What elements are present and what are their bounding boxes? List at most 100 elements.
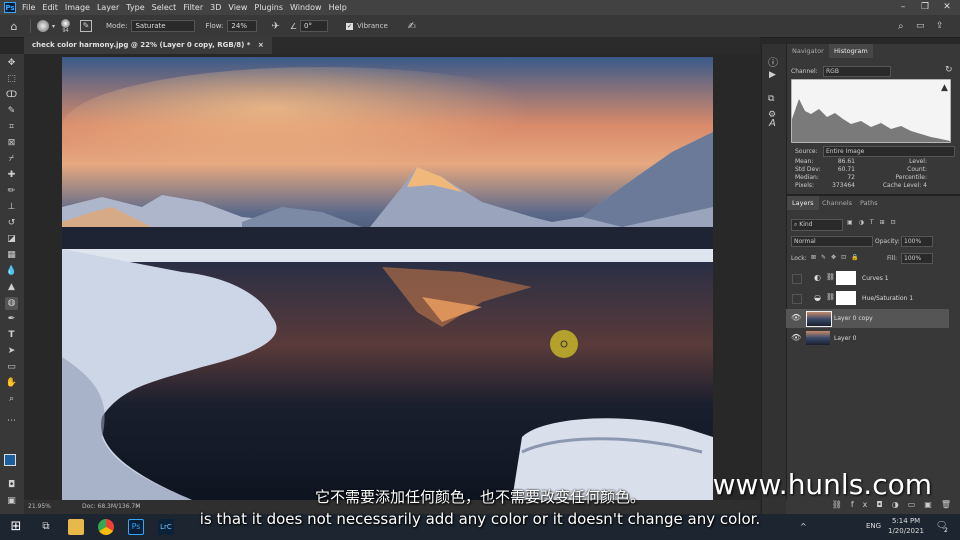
notification-count: 2 [944,527,948,534]
menu-layer[interactable]: Layer [97,3,119,12]
tab-close-icon[interactable]: × [258,41,264,49]
menu-edit[interactable]: Edit [42,3,58,12]
visibility-toggle[interactable] [792,274,802,284]
collapsed-panels-strip: ⓘ ▶ ⧉ ⚙ A [761,44,786,514]
menu-window[interactable]: Window [290,3,322,12]
tab-paths[interactable]: Paths [855,196,883,210]
flow-field[interactable]: 24% [227,20,258,32]
document-tab[interactable]: check color harmony.jpg @ 22% (Layer 0 c… [24,37,272,54]
link-icon: ⛓ [826,273,835,281]
menu-plugins[interactable]: Plugins [254,3,283,12]
layer-row[interactable]: 👁 Layer 0 [786,329,949,348]
fill-field[interactable]: 100% [901,253,933,264]
gradient-tool-icon[interactable]: ▦ [5,249,18,262]
eye-icon[interactable]: 👁 [791,313,801,322]
layer-mask-thumbnail [836,291,856,305]
refresh-icon[interactable]: ↻ [945,65,953,75]
filter-kind-select[interactable]: ⌕ Kind [791,219,843,231]
airbrush-icon[interactable]: ✈ [271,21,279,32]
layer-name: Layer 0 copy [834,315,873,322]
pressure-icon[interactable]: ✍ [408,21,416,32]
layer-filter-icons[interactable]: ▣◑T⊞⊡ [847,219,902,226]
eraser-tool-icon[interactable]: ◪ [5,233,18,246]
angle-field[interactable]: 0° [299,20,328,32]
workspace-icon[interactable]: ▭ [916,21,925,31]
minimize-icon[interactable]: – [892,0,914,15]
menu-filter[interactable]: Filter [183,3,203,12]
document-image[interactable] [62,57,713,500]
source-select[interactable]: Entire Image [823,146,955,157]
layer-row[interactable]: ◐ ⛓ Curves 1 [786,269,949,288]
brush-settings-icon[interactable]: ✎ [80,20,93,32]
stat-value: 72 [847,174,855,181]
zoom-tool-icon[interactable]: ⌕ [5,393,18,406]
share-icon[interactable]: ⇪ [936,21,944,31]
layer-row[interactable]: ◒ ⛓ Hue/Saturation 1 [786,289,949,308]
opacity-field[interactable]: 100% [901,236,933,247]
tab-channels[interactable]: Channels [817,196,857,210]
marquee-tool-icon[interactable]: ⬚ [5,73,18,86]
menu-3d[interactable]: 3D [210,3,221,12]
tab-layers[interactable]: Layers [787,196,819,210]
layer-row-selected[interactable]: 👁 Layer 0 copy [786,309,949,328]
search-icon[interactable]: ⌕ [898,21,904,32]
vibrance-checkbox[interactable]: ✓ [345,22,353,30]
foreground-color-swatch[interactable] [4,454,16,466]
mode-select[interactable]: Saturate [131,20,196,32]
stat-label: Median: [795,174,819,181]
more-tools-icon[interactable]: ⋯ [5,415,18,428]
blur-tool-icon[interactable]: 💧 [5,265,18,278]
channel-select[interactable]: RGB [823,66,891,77]
menu-type[interactable]: Type [126,3,144,12]
info-icon[interactable]: ⓘ [768,54,778,69]
lasso-tool-icon[interactable]: ↀ [5,89,18,102]
lock-icons[interactable]: ⊠✎✥⊡🔒 [811,254,864,261]
clock-date[interactable]: 1/20/2021 [888,527,924,535]
actions-play-icon[interactable]: ▶ [769,70,776,80]
menu-file[interactable]: File [22,3,35,12]
hand-tool-icon[interactable]: ✋ [5,377,18,390]
opacity-label: Opacity: [875,238,900,245]
layer-thumbnail [806,331,830,345]
history-brush-tool-icon[interactable]: ↺ [5,217,18,230]
frame-tool-icon[interactable]: ⊠ [5,137,18,150]
menu-select[interactable]: Select [152,3,177,12]
brush-picker[interactable]: 94 [61,18,71,34]
photoshop-logo-icon[interactable]: Ps [4,2,16,13]
maximize-icon[interactable]: ❐ [914,0,936,15]
rectangle-tool-icon[interactable]: ▭ [5,361,18,374]
menu-view[interactable]: View [228,3,247,12]
home-icon[interactable]: ⌂ [4,20,24,33]
type-tool-icon[interactable]: T [5,329,18,342]
menu-image[interactable]: Image [65,3,90,12]
quick-select-tool-icon[interactable]: ✎ [5,105,18,118]
move-tool-icon[interactable]: ✥ [5,57,18,70]
dodge-tool-icon[interactable]: ▲ [5,281,18,294]
tab-histogram[interactable]: Histogram [829,44,873,58]
stat-label: Mean: [795,158,814,165]
character-icon[interactable]: A [769,118,776,129]
eyedropper-tool-icon[interactable]: ⌿ [5,153,18,166]
fill-label: Fill: [887,255,898,262]
brush-tool-icon[interactable]: ✏ [5,185,18,198]
layer-name: Hue/Saturation 1 [862,295,914,302]
path-select-tool-icon[interactable]: ➤ [5,345,18,358]
crop-tool-icon[interactable]: ⌗ [5,121,18,134]
clone-stamp-tool-icon[interactable]: ⊥ [5,201,18,214]
hue-saturation-adjustment-icon: ◒ [814,293,821,302]
healing-brush-tool-icon[interactable]: ✚ [5,169,18,182]
blend-mode-select[interactable]: Normal [791,236,873,247]
layer-name: Layer 0 [834,335,857,342]
visibility-toggle[interactable] [792,294,802,304]
tab-navigator[interactable]: Navigator [787,44,829,58]
menu-help[interactable]: Help [329,3,347,12]
options-bar: ⌂ ▾ 94 ✎ Mode: Saturate Flow: 24% ✈ ∠ 0°… [0,15,960,38]
pen-tool-icon[interactable]: ✒ [5,313,18,326]
layer-thumbnail [806,311,832,327]
sponge-tool-icon[interactable]: ◍ [5,297,18,310]
eye-icon[interactable]: 👁 [791,333,801,342]
tool-preset-icon[interactable] [37,20,49,32]
close-icon[interactable]: ✕ [936,0,958,15]
history-icon[interactable]: ⧉ [768,94,774,104]
document-tab-bar: check color harmony.jpg @ 22% (Layer 0 c… [24,37,760,54]
